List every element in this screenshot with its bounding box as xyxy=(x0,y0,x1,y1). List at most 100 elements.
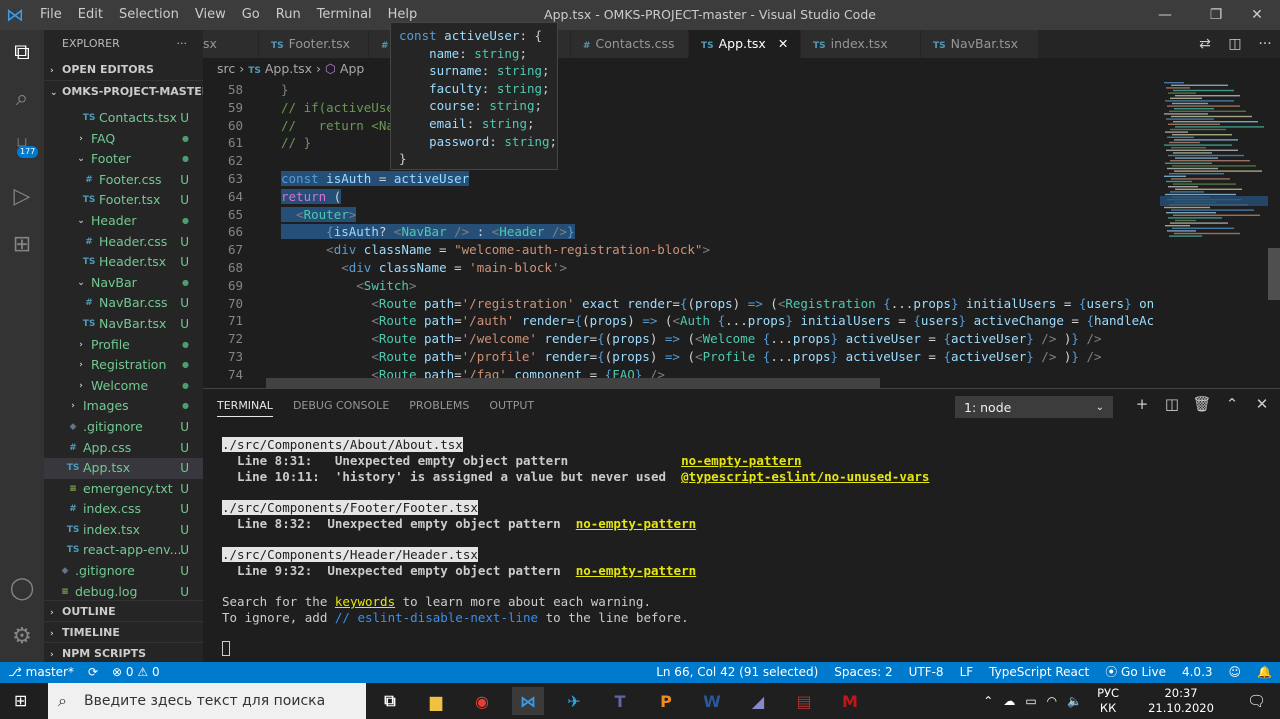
file-item[interactable]: # Footer.css U xyxy=(44,170,203,191)
terminal-output[interactable]: ./src/Components/About/About.tsx Line 8:… xyxy=(222,437,929,657)
panel-tab-output[interactable]: OUTPUT xyxy=(489,399,534,417)
tab-App.tsx[interactable]: TS App.tsx ✕ xyxy=(689,30,801,58)
code-line[interactable]: // return <Na xyxy=(281,118,394,133)
minimize-icon[interactable]: — xyxy=(1142,0,1188,30)
cursor-position[interactable]: Ln 66, Col 42 (91 selected) xyxy=(656,662,818,683)
code-line[interactable]: // if(activeUse xyxy=(281,100,394,115)
file-item[interactable]: TS Contacts.tsx U xyxy=(44,108,203,129)
windows-start-icon[interactable]: ⊞ xyxy=(14,691,27,710)
branch-indicator[interactable]: ⎇ master* xyxy=(8,662,74,683)
code-line[interactable]: // } xyxy=(281,135,311,150)
indentation[interactable]: Spaces: 2 xyxy=(834,662,892,683)
timeline-section[interactable]: › TIMELINE xyxy=(44,621,203,643)
file-item[interactable]: TS react-app-env.... U xyxy=(44,540,203,561)
code-line[interactable]: {isAuth? <NavBar /> : <Header />} xyxy=(281,224,575,240)
file-item[interactable]: TS Footer.tsx U xyxy=(44,190,203,211)
code-line[interactable]: const isAuth = activeUser xyxy=(281,171,470,186)
notifications-icon[interactable]: 🔔 xyxy=(1257,662,1272,683)
minimap[interactable] xyxy=(1160,78,1268,388)
code-line[interactable]: <Route path='/profile' render={(props) =… xyxy=(281,349,1101,364)
project-section[interactable]: ⌄ OMKS-PROJECT-MASTER xyxy=(44,80,210,102)
scrollbar-thumb[interactable] xyxy=(1268,248,1280,300)
new-terminal-icon[interactable]: + xyxy=(1127,395,1157,413)
tab-Footer.tsx[interactable]: TS Footer.tsx xyxy=(259,30,369,58)
explorer-icon[interactable]: ⧉ xyxy=(0,30,44,74)
cloud-icon[interactable]: ☁ xyxy=(998,694,1020,708)
action-center-icon[interactable]: 🗨 xyxy=(1233,692,1280,710)
code-line[interactable]: <div className = "welcome-auth-registrat… xyxy=(281,242,710,257)
settings-gear-icon[interactable]: ⚙ xyxy=(0,614,44,658)
file-item[interactable]: TS App.tsx U xyxy=(44,458,203,479)
panel-tab-debug-console[interactable]: DEBUG CONSOLE xyxy=(293,399,389,417)
panel-tab-problems[interactable]: PROBLEMS xyxy=(409,399,469,417)
folder-item[interactable]: › Registration ● xyxy=(44,355,203,376)
menu-item-selection[interactable]: Selection xyxy=(111,0,187,30)
ts-version[interactable]: 4.0.3 xyxy=(1182,662,1213,683)
tab-Contacts.css[interactable]: # Contacts.css xyxy=(571,30,689,58)
code-line[interactable]: <Route path='/welcome' render={(props) =… xyxy=(281,331,1101,346)
code-line[interactable]: } xyxy=(281,82,289,97)
file-item[interactable]: # App.css U xyxy=(44,438,203,459)
telegram-icon[interactable]: ✈ xyxy=(558,687,590,715)
file-item[interactable]: ≡ emergency.txt U xyxy=(44,479,203,500)
compare-icon[interactable]: ⇄ xyxy=(1190,36,1220,52)
close-icon[interactable]: ✕ xyxy=(1234,0,1280,30)
tab-NavBar.tsx[interactable]: TS NavBar.tsx xyxy=(921,30,1039,58)
editor-scrollbar[interactable] xyxy=(1268,78,1280,388)
file-item[interactable]: ◆ .gitignore U xyxy=(44,561,203,582)
menu-item-edit[interactable]: Edit xyxy=(70,0,111,30)
file-item[interactable]: # NavBar.css U xyxy=(44,293,203,314)
split-editor-icon[interactable]: ◫ xyxy=(1220,36,1250,52)
chrome-icon[interactable]: ◉ xyxy=(466,687,498,715)
search-icon[interactable]: ⌕ xyxy=(0,76,44,120)
file-item[interactable]: ◆ .gitignore U xyxy=(44,417,203,438)
run-debug-icon[interactable]: ▷ xyxy=(0,174,44,218)
more-icon[interactable]: ··· xyxy=(1250,36,1280,52)
folder-item[interactable]: › FAQ ● xyxy=(44,129,203,150)
file-explorer-icon[interactable]: ▆ xyxy=(420,687,452,715)
teams-icon[interactable]: T xyxy=(604,687,636,715)
file-item[interactable]: TS index.tsx U xyxy=(44,520,203,541)
network-icon[interactable]: ▭ xyxy=(1020,694,1041,708)
task-view-icon[interactable]: ⧉ xyxy=(374,687,406,715)
feedback-icon[interactable]: ☺ xyxy=(1229,662,1242,683)
outline-section[interactable]: › OUTLINE xyxy=(44,600,203,622)
close-panel-icon[interactable]: ✕ xyxy=(1247,395,1277,413)
folder-item[interactable]: ⌄ NavBar ● xyxy=(44,273,203,294)
mcafee-icon[interactable]: M xyxy=(834,687,866,715)
end-of-line[interactable]: LF xyxy=(960,662,974,683)
word-icon[interactable]: W xyxy=(696,687,728,715)
menu-item-go[interactable]: Go xyxy=(234,0,268,30)
file-item[interactable]: # Header.css U xyxy=(44,232,203,253)
pdf-icon[interactable]: P xyxy=(650,687,682,715)
breadcrumb[interactable]: src › TS App.tsx › ⬡ App xyxy=(217,58,364,80)
folder-item[interactable]: › Profile ● xyxy=(44,335,203,356)
tab-index.tsx[interactable]: TS index.tsx xyxy=(801,30,921,58)
file-item[interactable]: # index.css U xyxy=(44,499,203,520)
input-language[interactable]: РУС КК xyxy=(1087,686,1129,716)
vscode-icon[interactable]: ⋈ xyxy=(512,687,544,715)
panel-tab-terminal[interactable]: TERMINAL xyxy=(217,399,273,417)
menu-item-run[interactable]: Run xyxy=(268,0,309,30)
split-terminal-icon[interactable]: ◫ xyxy=(1157,395,1187,413)
clock[interactable]: 20:37 21.10.2020 xyxy=(1129,686,1233,716)
wifi-icon[interactable]: ◠ xyxy=(1042,694,1062,708)
trash-icon[interactable]: 🗑 xyxy=(1187,395,1217,413)
volume-icon[interactable]: 🔈 xyxy=(1062,694,1087,708)
file-item[interactable]: TS NavBar.tsx U xyxy=(44,314,203,335)
code-line[interactable]: <Switch> xyxy=(281,278,416,293)
file-item[interactable]: TS Header.tsx U xyxy=(44,252,203,273)
app-icon[interactable]: ◢ xyxy=(742,687,774,715)
winrar-icon[interactable]: ▤ xyxy=(788,687,820,715)
menu-item-view[interactable]: View xyxy=(187,0,234,30)
code-line[interactable]: return ( xyxy=(281,188,342,204)
tab-sx[interactable]: sx xyxy=(203,30,259,58)
code-editor[interactable]: 58} 59 // if(activeUse 60 // return <Na 61 // … xyxy=(203,82,1153,388)
maximize-icon[interactable]: ❐ xyxy=(1193,0,1239,30)
terminal-select[interactable]: 1: node ⌄ xyxy=(955,396,1113,418)
problems-indicator[interactable]: ⊗ 0 ⚠ 0 xyxy=(112,662,160,683)
folder-item[interactable]: ⌄ Footer ● xyxy=(44,149,203,170)
maximize-panel-icon[interactable]: ⌃ xyxy=(1217,395,1247,413)
encoding[interactable]: UTF-8 xyxy=(909,662,944,683)
code-line[interactable]: <div className = 'main-block'> xyxy=(281,260,567,275)
